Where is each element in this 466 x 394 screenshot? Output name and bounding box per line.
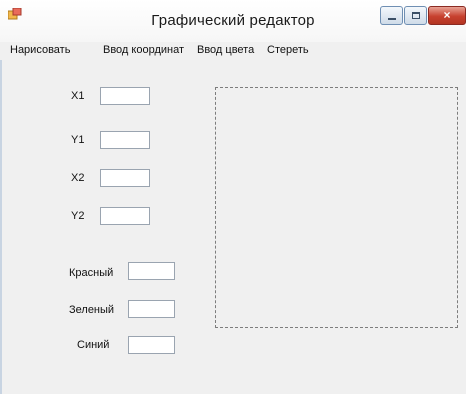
y2-label: Y2: [71, 210, 85, 222]
green-field[interactable]: [128, 300, 175, 318]
red-field[interactable]: [128, 262, 175, 280]
y1-label: Y1: [71, 134, 85, 146]
minimize-icon: [388, 18, 396, 20]
menu-item-erase[interactable]: Стереть: [267, 44, 309, 56]
y1-field[interactable]: [100, 131, 150, 149]
minimize-button[interactable]: [380, 6, 403, 25]
blue-field[interactable]: [128, 336, 175, 354]
title-bar[interactable]: Графический редактор ×: [0, 0, 466, 42]
x2-field[interactable]: [100, 169, 150, 187]
menu-bar: Нарисовать Ввод координат Ввод цвета Сте…: [0, 42, 466, 60]
menu-item-input-coordinates[interactable]: Ввод координат: [103, 44, 184, 56]
blue-label: Синий: [77, 339, 110, 351]
x2-label: X2: [71, 172, 85, 184]
maximize-icon: [412, 12, 420, 19]
close-icon: ×: [443, 8, 451, 22]
red-label: Красный: [69, 267, 114, 279]
maximize-button[interactable]: [404, 6, 427, 25]
y2-field[interactable]: [100, 207, 150, 225]
main-window: Графический редактор × Нарисовать Ввод к…: [0, 0, 466, 394]
drawing-canvas[interactable]: [215, 87, 458, 328]
close-button[interactable]: ×: [428, 6, 466, 25]
window-left-border: [0, 60, 2, 394]
green-label: Зеленый: [69, 304, 115, 316]
menu-item-draw[interactable]: Нарисовать: [10, 44, 70, 56]
x1-field[interactable]: [100, 87, 150, 105]
x1-label: X1: [71, 90, 85, 102]
menu-item-input-color[interactable]: Ввод цвета: [197, 44, 254, 56]
